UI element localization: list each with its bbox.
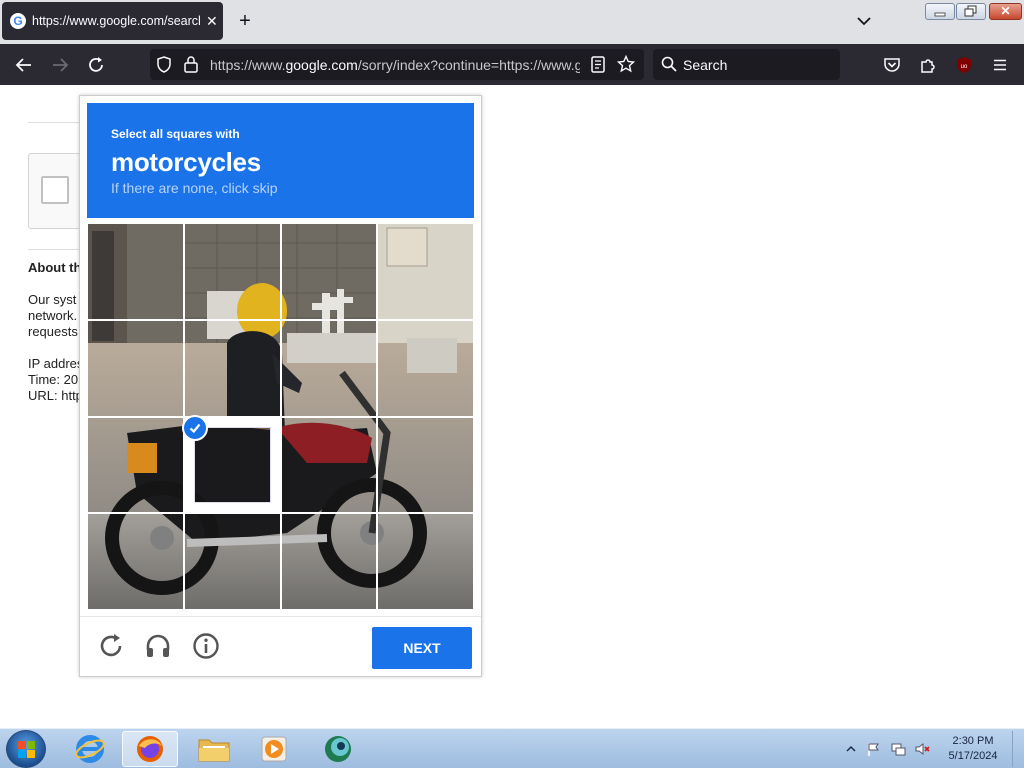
url-domain: google.com <box>285 57 358 73</box>
challenge-instruction: Select all squares with <box>111 127 240 141</box>
image-tile[interactable] <box>280 223 378 320</box>
tile-selected-check-icon <box>181 414 208 441</box>
new-tab-button[interactable]: + <box>234 10 256 32</box>
start-button-windows-icon[interactable] <box>6 730 46 768</box>
search-icon <box>661 56 677 75</box>
image-tile[interactable] <box>377 513 474 610</box>
search-box[interactable]: Search <box>653 49 840 80</box>
challenge-hint: If there are none, click skip <box>111 180 278 196</box>
bookmark-star-icon[interactable] <box>616 54 636 76</box>
back-arrow-icon[interactable] <box>12 53 36 77</box>
about-heading: About th <box>28 260 82 275</box>
file-explorer-icon[interactable] <box>186 731 242 767</box>
windows-taskbar: 2:30 PM 5/17/2024 <box>0 728 1024 768</box>
image-tile[interactable] <box>377 319 474 417</box>
next-button[interactable]: NEXT <box>372 627 472 669</box>
lock-icon[interactable] <box>183 55 199 76</box>
image-tile[interactable] <box>280 319 378 417</box>
forward-arrow-icon[interactable] <box>48 53 72 77</box>
challenge-footer: NEXT <box>80 616 481 676</box>
reload-icon[interactable] <box>84 53 108 77</box>
image-tile[interactable] <box>280 416 378 514</box>
extensions-puzzle-icon[interactable] <box>916 53 940 77</box>
tab-title: https://www.google.com/search?q <box>32 14 200 28</box>
window-minimize-button[interactable] <box>925 3 955 20</box>
url-path: /sorry/index?continue=https://www.google… <box>357 57 580 73</box>
media-player-icon[interactable] <box>246 731 302 767</box>
url-text[interactable]: https://www.google.com/sorry/index?conti… <box>210 57 580 73</box>
window-close-button[interactable]: ✕ <box>989 3 1022 20</box>
google-g-icon: G <box>10 13 26 29</box>
svg-text:uo: uo <box>961 64 968 70</box>
image-tile[interactable] <box>87 319 184 417</box>
challenge-object: motorcycles <box>111 147 261 177</box>
about-line: URL: http <box>28 388 83 403</box>
url-prefix: https://www. <box>210 57 286 73</box>
audio-challenge-headphones-icon[interactable] <box>144 632 172 660</box>
image-grid <box>87 223 474 610</box>
about-line: Time: 20 <box>28 372 79 387</box>
list-all-tabs-icon[interactable] <box>854 10 874 32</box>
recaptcha-checkbox[interactable] <box>41 176 69 204</box>
image-tile[interactable] <box>87 223 184 320</box>
image-tile[interactable] <box>280 513 378 610</box>
selected-tile-image <box>193 426 271 504</box>
clock-time: 2:30 PM <box>952 735 994 747</box>
tracking-protection-shield-icon[interactable] <box>156 56 172 76</box>
image-tile[interactable] <box>183 319 281 417</box>
ublock-origin-icon[interactable]: uo <box>952 53 976 77</box>
internet-explorer-icon[interactable] <box>62 731 118 767</box>
show-desktop-button[interactable] <box>1012 731 1022 767</box>
show-hidden-icons-arrow-icon[interactable] <box>843 741 859 757</box>
image-tile[interactable] <box>87 416 184 514</box>
volume-muted-icon[interactable] <box>914 741 930 757</box>
image-tile[interactable] <box>377 416 474 514</box>
firefox-icon[interactable] <box>122 731 178 767</box>
browser-tab[interactable]: G https://www.google.com/search?q ✕ <box>2 2 223 40</box>
image-tile[interactable] <box>183 513 281 610</box>
about-line: Our syst <box>28 292 77 307</box>
url-bar[interactable]: https://www.google.com/sorry/index?conti… <box>150 49 644 80</box>
reader-view-icon[interactable] <box>590 56 606 76</box>
image-tile[interactable] <box>183 223 281 320</box>
action-center-flag-icon[interactable] <box>866 741 882 757</box>
challenge-header: Select all squares with motorcycles If t… <box>87 103 474 218</box>
about-line: IP addres <box>28 356 84 371</box>
window-restore-button[interactable] <box>956 3 986 20</box>
about-line: requests <box>28 324 78 339</box>
hamburger-menu-icon[interactable] <box>988 53 1012 77</box>
navigation-toolbar: https://www.google.com/sorry/index?conti… <box>0 44 1024 85</box>
search-placeholder: Search <box>683 57 728 73</box>
recaptcha-challenge-dialog: Select all squares with motorcycles If t… <box>79 95 482 677</box>
about-line: network. <box>28 308 78 323</box>
system-clock[interactable]: 2:30 PM 5/17/2024 <box>938 734 1008 764</box>
info-icon[interactable] <box>192 632 220 660</box>
network-icon[interactable] <box>890 741 906 757</box>
image-tile[interactable] <box>377 223 474 320</box>
reload-challenge-icon[interactable] <box>97 632 125 660</box>
app-icon[interactable] <box>310 731 366 767</box>
pocket-icon[interactable] <box>880 53 904 77</box>
clock-date: 5/17/2024 <box>948 750 998 762</box>
tab-close-icon[interactable]: ✕ <box>206 13 218 30</box>
image-tile[interactable] <box>87 513 184 610</box>
tab-strip: G https://www.google.com/search?q ✕ + ✕ <box>0 0 1024 44</box>
